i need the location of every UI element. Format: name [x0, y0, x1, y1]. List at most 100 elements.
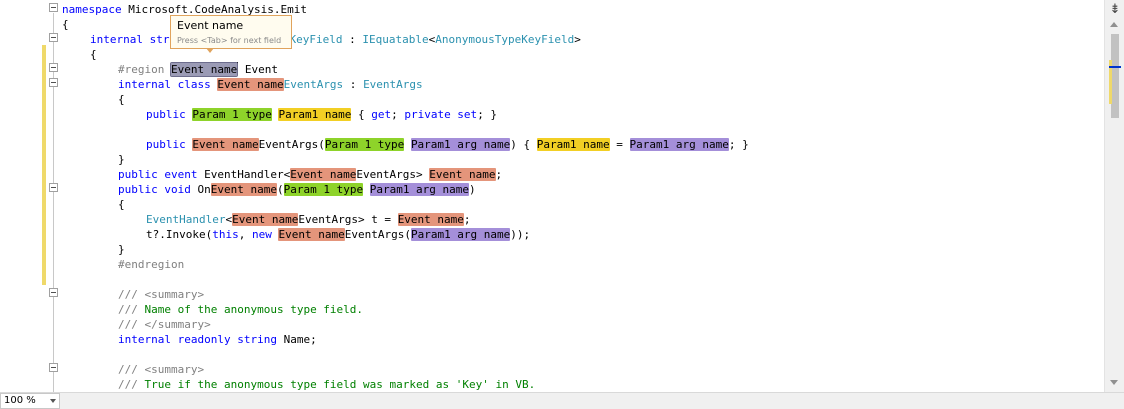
code-token: </summary>: [144, 318, 211, 331]
snippet-field[interactable]: Event name: [210, 183, 277, 196]
code-line: {: [118, 92, 125, 107]
code-token: ///: [118, 378, 145, 391]
code-token: #region: [118, 63, 171, 76]
code-token: {: [351, 108, 372, 121]
scroll-up-icon[interactable]: [1110, 22, 1118, 27]
collapse-region-icon[interactable]: [49, 63, 58, 72]
collapse-comment-icon[interactable]: [49, 288, 58, 297]
code-token: ;: [495, 168, 503, 181]
code-line: /// True if the anonymous type field was…: [118, 377, 535, 392]
snippet-field[interactable]: Param1 arg name: [369, 183, 470, 196]
code-line: internal str KeyField : IEquatable<Anonym…: [90, 32, 581, 47]
snippet-field[interactable]: Event name: [192, 138, 259, 151]
code-token: private set: [404, 108, 478, 121]
code-line: #region Event name Event: [118, 62, 278, 77]
scroll-thumb[interactable]: [1111, 34, 1119, 118]
split-window-icon[interactable]: ⇟: [1107, 2, 1123, 18]
collapse-namespace-icon[interactable]: [49, 3, 58, 12]
snippet-field[interactable]: Event name: [217, 78, 284, 91]
code-token: :: [342, 33, 363, 46]
code-token: ) {: [510, 138, 537, 151]
code-token: }: [118, 243, 125, 256]
code-token: EventArgs(: [344, 228, 411, 241]
snippet-field[interactable]: Param 1 type: [192, 108, 272, 121]
code-token: (: [276, 183, 284, 196]
code-token: EventArgs> t =: [298, 213, 398, 226]
outlining-margin: [46, 0, 62, 392]
snippet-field[interactable]: Param 1 type: [283, 183, 364, 196]
vertical-scrollbar[interactable]: ⇟: [1104, 0, 1124, 392]
code-token: ));: [510, 228, 531, 241]
code-token: EventHandler<: [204, 168, 291, 181]
code-token: {: [118, 198, 125, 211]
code-token: ///: [118, 303, 145, 316]
code-token: ;: [463, 213, 471, 226]
snippet-field[interactable]: Event name: [278, 228, 345, 241]
snippet-field[interactable]: Param1 arg name: [410, 138, 511, 151]
code-token: AnonymousTypeKeyField: [435, 33, 575, 46]
snippet-field[interactable]: Event name: [290, 168, 357, 181]
code-line: {: [62, 17, 69, 32]
code-token: EventHandler: [146, 213, 226, 226]
code-token: namespace: [62, 3, 122, 16]
horizontal-scrollbar-area: 100 %: [0, 392, 1124, 409]
code-token: Event: [238, 63, 278, 76]
code-token: {: [118, 93, 125, 106]
code-line: internal class Event nameEventArgs : Eve…: [118, 77, 423, 92]
collapse-struct-icon[interactable]: [49, 33, 58, 42]
code-token: t?.Invoke(: [146, 228, 213, 241]
snippet-field[interactable]: Param1 name: [278, 108, 352, 121]
code-token: ///: [118, 318, 145, 331]
code-line: internal readonly string Name;: [118, 332, 317, 347]
code-line: /// <summary>: [118, 362, 204, 377]
code-token: True if the anonymous type field was mar…: [144, 378, 536, 391]
code-line: public Param 1 type Param1 name { get; p…: [146, 107, 497, 122]
code-line: #endregion: [118, 257, 184, 272]
code-token: Name of the anonymous type field.: [144, 303, 364, 316]
code-line: public Event nameEventArgs(Param 1 type …: [146, 137, 749, 152]
snippet-field-active[interactable]: Event name: [169, 62, 239, 77]
code-token: public: [146, 108, 193, 121]
collapse-method-icon[interactable]: [49, 183, 58, 192]
code-token: ;: [391, 108, 405, 121]
zoom-level-dropdown[interactable]: 100 %: [0, 393, 60, 409]
snippet-field[interactable]: Param 1 type: [324, 138, 405, 151]
collapse-comment-icon[interactable]: [49, 363, 58, 372]
code-token: {: [62, 18, 69, 31]
snippet-field[interactable]: Event name: [397, 213, 464, 226]
code-token: this: [212, 228, 239, 241]
code-editor[interactable]: namespace Microsoft.CodeAnalysis.Emit { …: [62, 2, 1102, 394]
code-line: public void OnEvent name(Param 1 type Pa…: [118, 182, 476, 197]
snippet-field[interactable]: Param1 arg name: [629, 138, 729, 151]
code-token: get: [371, 108, 392, 121]
code-line: public event EventHandler<Event nameEven…: [118, 167, 502, 182]
code-line: /// <summary>: [118, 287, 204, 302]
snippet-field[interactable]: Event name: [429, 168, 496, 181]
tooltip-title: Event name: [177, 19, 244, 32]
snippet-field-tooltip: Event name Press <Tab> for next field: [170, 15, 292, 49]
code-line: }: [118, 242, 125, 257]
code-line: {: [90, 47, 97, 62]
code-token: internal readonly string: [118, 333, 277, 346]
snippet-field[interactable]: Param1 arg name: [410, 228, 511, 241]
code-token: public: [146, 138, 193, 151]
code-token: {: [90, 48, 97, 61]
scroll-down-icon[interactable]: [1110, 380, 1118, 385]
code-token: ,: [238, 228, 252, 241]
tooltip-pointer: [206, 48, 214, 53]
snippet-field[interactable]: Event name: [232, 213, 299, 226]
code-token: >: [574, 33, 581, 46]
code-token: ///: [118, 288, 145, 301]
code-token: KeyField: [289, 33, 343, 46]
snippet-field[interactable]: Param1 name: [536, 138, 610, 151]
code-line: t?.Invoke(this, new Event nameEventArgs(…: [146, 227, 530, 242]
code-token: ; }: [728, 138, 749, 151]
code-token: public void: [118, 183, 198, 196]
code-token: IEquatable: [362, 33, 429, 46]
code-token: <summary>: [144, 288, 205, 301]
code-token: }: [118, 153, 125, 166]
code-line: }: [118, 152, 125, 167]
code-token: str: [142, 33, 170, 46]
collapse-class-icon[interactable]: [49, 78, 58, 87]
code-token: ///: [118, 363, 145, 376]
